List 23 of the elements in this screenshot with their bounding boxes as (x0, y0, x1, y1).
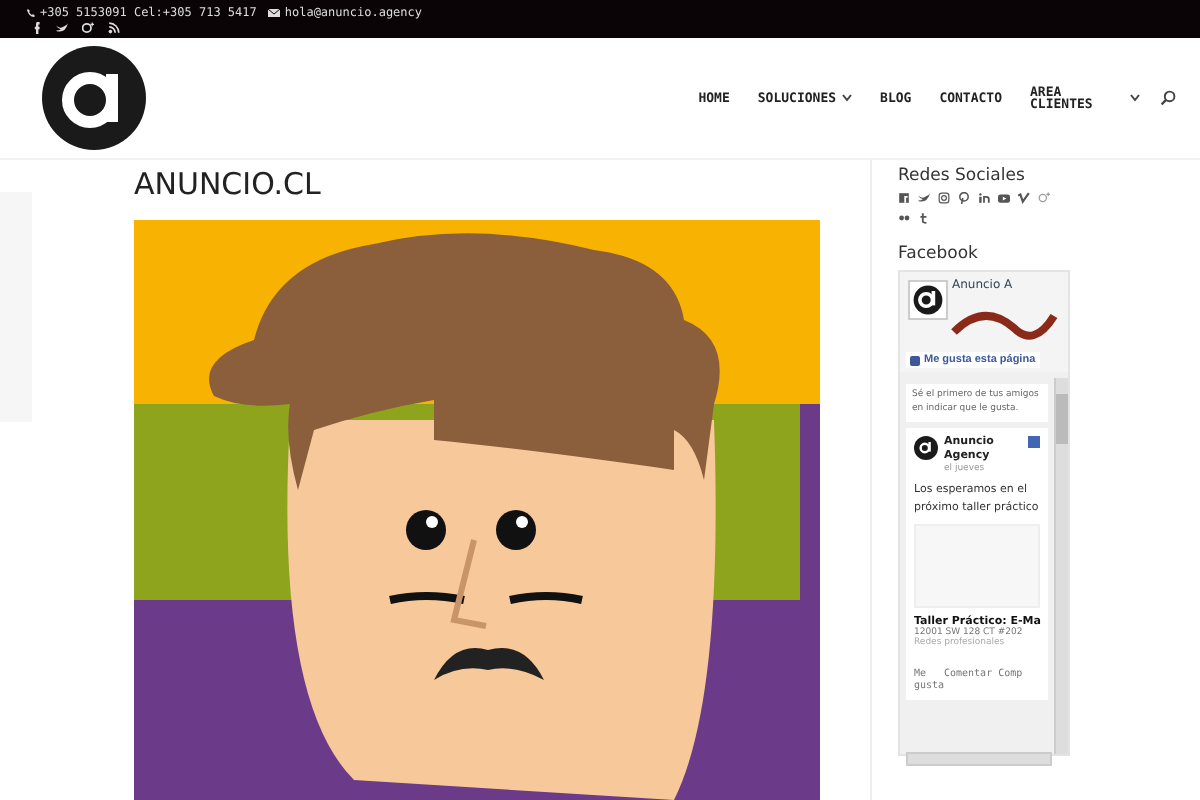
dots-icon[interactable] (898, 212, 910, 224)
page-avatar-icon[interactable] (908, 280, 948, 320)
rss-icon[interactable] (108, 21, 120, 33)
chevron-down-icon[interactable] (1130, 94, 1140, 102)
scrollbar[interactable] (1054, 378, 1068, 754)
camera-icon[interactable] (938, 192, 950, 204)
tumblr-icon[interactable] (918, 212, 930, 224)
video-play-icon[interactable] (998, 192, 1010, 204)
chevron-down-icon[interactable] (842, 94, 853, 102)
page-title: ANUNCIO.CL (134, 166, 323, 202)
mail-icon (268, 7, 281, 17)
avatar-icon[interactable] (914, 436, 938, 461)
pinterest-icon[interactable] (958, 192, 970, 204)
search-icon[interactable] (1160, 90, 1176, 106)
twitter-icon[interactable] (918, 192, 930, 204)
linkedin-icon[interactable] (978, 192, 990, 204)
widget-heading: Facebook (898, 244, 980, 264)
logo-icon[interactable] (40, 44, 148, 152)
phone-icon (26, 7, 36, 17)
scrollbar[interactable] (906, 752, 1052, 766)
twitter-icon[interactable] (56, 21, 68, 33)
vimeo-icon[interactable] (1018, 192, 1030, 204)
widget-heading: Redes Sociales (898, 166, 1027, 186)
